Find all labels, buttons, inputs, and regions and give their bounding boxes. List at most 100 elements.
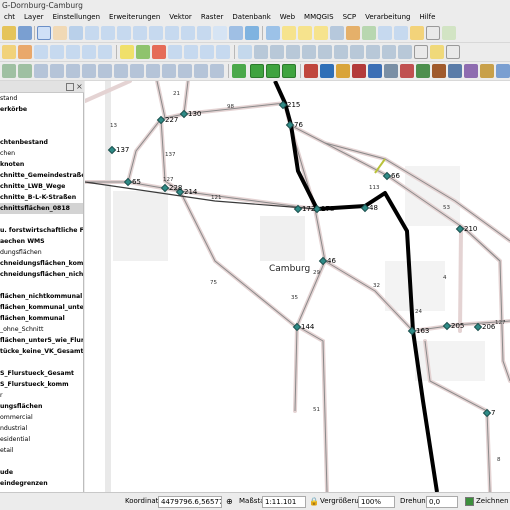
layer-item[interactable]: stand xyxy=(0,93,83,104)
save-project-icon[interactable] xyxy=(18,26,32,40)
zoom-layer-icon[interactable] xyxy=(149,26,163,40)
layer-item[interactable]: aechen WMS xyxy=(0,236,83,247)
select-arrow-icon[interactable] xyxy=(37,26,51,40)
pan-hand-icon[interactable] xyxy=(53,26,67,40)
layer-item[interactable]: esidential xyxy=(0,434,83,445)
plugin-l-icon[interactable] xyxy=(178,64,192,78)
layer-item[interactable] xyxy=(0,126,83,137)
plugin-b-icon[interactable] xyxy=(18,64,32,78)
scp-settings-icon[interactable] xyxy=(432,64,446,78)
field-calculator-icon[interactable] xyxy=(346,26,360,40)
highlight-label-icon[interactable] xyxy=(152,45,166,59)
plugin-m-icon[interactable] xyxy=(194,64,208,78)
layer-item[interactable]: S_Flurstueck_komm xyxy=(0,379,83,390)
fill-ring-icon[interactable] xyxy=(350,45,364,59)
layer-item[interactable]: ommercial xyxy=(0,412,83,423)
merge-features-icon[interactable] xyxy=(382,45,396,59)
menu-item-scp[interactable]: SCP xyxy=(339,12,362,24)
node-tool-icon[interactable] xyxy=(82,45,96,59)
layer-item[interactable] xyxy=(0,280,83,291)
annotation-icon[interactable] xyxy=(410,26,424,40)
new-map-view-icon[interactable] xyxy=(213,26,227,40)
zoom-in-icon[interactable] xyxy=(85,26,99,40)
new-bookmark-icon[interactable] xyxy=(229,26,243,40)
layer-item[interactable] xyxy=(0,456,83,467)
scp-preview-icon[interactable] xyxy=(266,64,280,78)
layer-item[interactable]: dungsflächen xyxy=(0,247,83,258)
save-edits-icon[interactable] xyxy=(34,45,48,59)
select-features-icon[interactable] xyxy=(282,26,296,40)
plugin-h-icon[interactable] xyxy=(114,64,128,78)
scp-preprocess-icon[interactable] xyxy=(352,64,366,78)
layer-item[interactable]: etail xyxy=(0,445,83,456)
plugin-k-icon[interactable] xyxy=(162,64,176,78)
layer-item[interactable]: erkörbe xyxy=(0,104,83,115)
text-annotation-icon[interactable] xyxy=(426,26,440,40)
advanced-digitize-icon[interactable] xyxy=(270,45,284,59)
layer-item[interactable]: eindegrenzen xyxy=(0,478,83,489)
layer-item[interactable] xyxy=(0,214,83,225)
layer-item[interactable]: r xyxy=(0,390,83,401)
toggle-editing-icon[interactable] xyxy=(18,45,32,59)
lock-icon[interactable]: 🔒 xyxy=(309,497,319,506)
scp-docs-icon[interactable] xyxy=(464,64,478,78)
open-project-icon[interactable] xyxy=(2,26,16,40)
comment-icon[interactable] xyxy=(430,45,444,59)
split-features-icon[interactable] xyxy=(366,45,380,59)
edits-icon[interactable] xyxy=(2,45,16,59)
menu-item-processing[interactable]: Verarbeitung xyxy=(361,12,415,24)
plugin-j-icon[interactable] xyxy=(146,64,160,78)
text-tool-icon[interactable] xyxy=(446,45,460,59)
identify-icon[interactable] xyxy=(266,26,280,40)
label-options-icon[interactable] xyxy=(216,45,230,59)
attribute-table-icon[interactable] xyxy=(330,26,344,40)
map-canvas[interactable]: 215 76 227 130 137 65 228 214 172 178 66 48 210 46 144… xyxy=(85,81,510,492)
road-network-map[interactable]: 2157622713013765228 214172 178664821046144… xyxy=(85,81,510,492)
menu-item-raster[interactable]: Raster xyxy=(197,12,229,24)
digitize-icon[interactable] xyxy=(238,45,252,59)
move-feature-icon[interactable] xyxy=(66,45,80,59)
scp-bandcalc-icon[interactable] xyxy=(416,64,430,78)
simplify-feature-icon[interactable] xyxy=(302,45,316,59)
layer-item[interactable]: flächen_kommunal xyxy=(0,313,83,324)
layer-item[interactable]: chnitte_LWB_Wege xyxy=(0,181,83,192)
layer-item[interactable]: chtenbestand xyxy=(0,137,83,148)
scp-band-icon[interactable] xyxy=(304,64,318,78)
plugin-d-icon[interactable] xyxy=(50,64,64,78)
label-tool-icon[interactable] xyxy=(442,26,456,40)
scp-classify-icon[interactable] xyxy=(384,64,398,78)
change-label-icon[interactable] xyxy=(200,45,214,59)
plugin-a-icon[interactable] xyxy=(2,64,16,78)
layer-item[interactable]: knoten xyxy=(0,159,83,170)
plugin-extra-icon[interactable] xyxy=(480,64,494,78)
map-tips-icon[interactable] xyxy=(394,26,408,40)
layer-item[interactable]: u. forstwirtschaftliche Flä... xyxy=(0,225,83,236)
reshape-icon[interactable] xyxy=(414,45,428,59)
delete-selected-icon[interactable] xyxy=(98,45,112,59)
menu-item-layer[interactable]: Layer xyxy=(20,12,49,24)
add-feature-icon[interactable] xyxy=(50,45,64,59)
refresh-icon[interactable] xyxy=(245,26,259,40)
layer-item[interactable]: flächen_unter5_wie_Flurs... xyxy=(0,335,83,346)
select-by-value-icon[interactable] xyxy=(298,26,312,40)
add-part-icon[interactable] xyxy=(334,45,348,59)
menu-item-plugins[interactable]: Erweiterungen xyxy=(105,12,165,24)
scp-help-icon[interactable] xyxy=(448,64,462,78)
zoom-out-icon[interactable] xyxy=(101,26,115,40)
zoom-selection-icon[interactable] xyxy=(133,26,147,40)
menu-item-settings[interactable]: Einstellungen xyxy=(49,12,105,24)
layer-item[interactable]: tücke_keine_VK_Gesamt xyxy=(0,346,83,357)
plugin-e-icon[interactable] xyxy=(66,64,80,78)
scp-tools-icon[interactable] xyxy=(336,64,350,78)
add-ring-icon[interactable] xyxy=(318,45,332,59)
offset-curve-icon[interactable] xyxy=(398,45,412,59)
scp-map-icon[interactable] xyxy=(250,64,264,78)
scp-export-icon[interactable] xyxy=(368,64,382,78)
menu-item-project[interactable]: cht xyxy=(0,12,20,24)
layer-item[interactable]: ude xyxy=(0,467,83,478)
rotation-field[interactable]: 0,0 xyxy=(426,496,458,508)
menu-item-database[interactable]: Datenbank xyxy=(228,12,275,24)
layer-item[interactable]: flächen_nichtkommunal xyxy=(0,291,83,302)
menu-item-web[interactable]: Web xyxy=(276,12,300,24)
move-label-icon[interactable] xyxy=(168,45,182,59)
